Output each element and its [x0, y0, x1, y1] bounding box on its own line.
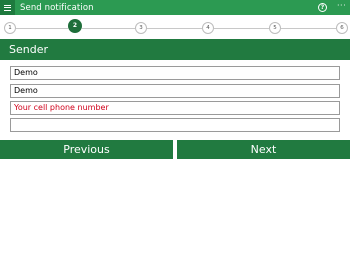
sender-name-field[interactable]: Demo [10, 66, 340, 80]
empty-field[interactable] [10, 118, 340, 132]
step-connector [147, 28, 202, 29]
wizard-stepper: 1 2 3 4 5 6 [0, 17, 350, 39]
step-1[interactable]: 1 [4, 22, 16, 34]
step-6[interactable]: 6 [336, 22, 348, 34]
step-connector [82, 28, 135, 29]
next-button[interactable]: Next [177, 140, 350, 159]
step-5[interactable]: 5 [269, 22, 281, 34]
more-options-icon[interactable]: ··· [337, 1, 346, 10]
phone-number-field[interactable]: Your cell phone number [10, 101, 340, 115]
step-4[interactable]: 4 [202, 22, 214, 34]
sender-surname-field[interactable]: Demo [10, 84, 340, 98]
step-connector [214, 28, 269, 29]
section-title: Sender [0, 39, 350, 60]
step-connector [281, 28, 336, 29]
help-icon[interactable]: ? [318, 3, 327, 12]
step-3[interactable]: 3 [135, 22, 147, 34]
title-bar: Send notification ? ··· [0, 0, 350, 15]
previous-button[interactable]: Previous [0, 140, 173, 159]
step-connector [16, 28, 68, 29]
hamburger-icon[interactable] [0, 0, 15, 15]
step-2-active[interactable]: 2 [68, 19, 82, 33]
app-title: Send notification [20, 2, 94, 13]
